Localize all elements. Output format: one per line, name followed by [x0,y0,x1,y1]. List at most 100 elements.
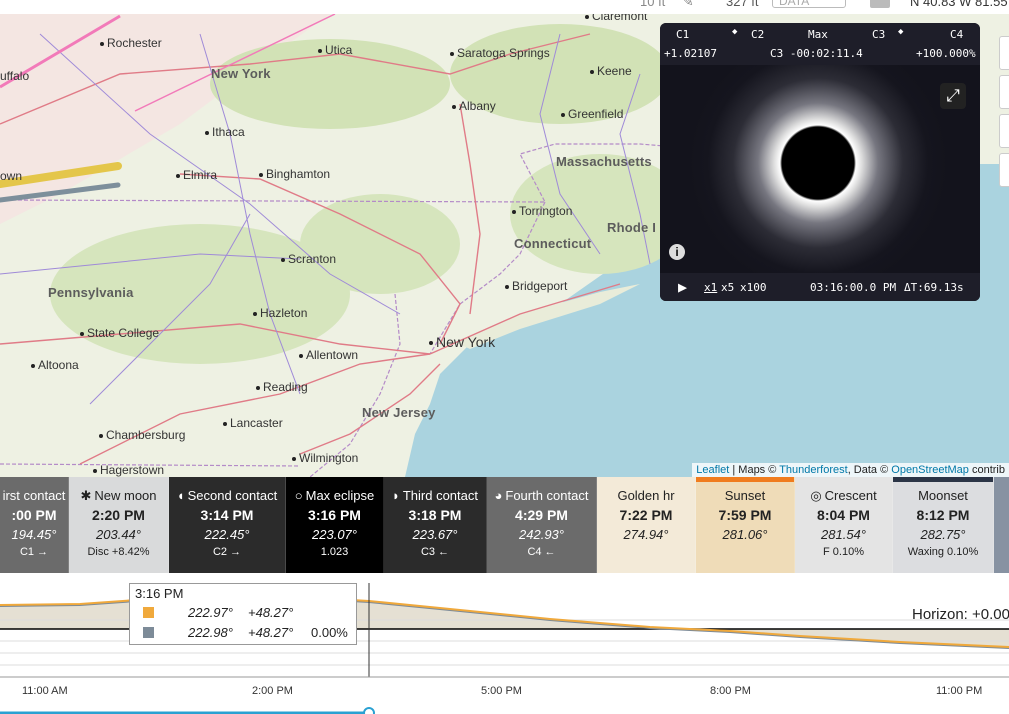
ruler-button[interactable] [999,153,1009,187]
event-card[interactable]: Golden hr 7:22 PM 274.94° [597,477,696,573]
fullscreen-button[interactable] [999,36,1009,70]
x-tick: 11:00 AM [22,685,68,697]
x-tick: 8:00 PM [710,685,751,697]
event-card[interactable]: ✱ New moon 2:20 PM 203.44° Disc +8.42% [69,477,169,573]
sun-swatch [143,607,154,618]
speed-x5[interactable]: x5 [721,281,734,294]
altitude-chart[interactable]: 11:00 AM 2:00 PM 5:00 PM 8:00 PM 11:00 P… [0,573,1009,714]
pencil-icon[interactable]: ✎ [682,0,694,10]
city-hazleton: Hazleton [253,306,307,320]
event-time: 3:16 PM [308,507,361,523]
event-card[interactable]: ◖ Second contact 3:14 PM 222.45° C2 → [169,477,286,573]
c4-label[interactable]: C4 [950,28,963,41]
event-title: Golden hr [597,488,695,507]
city-saratoga-springs: Saratoga Springs [450,46,550,60]
event-azimuth: 242.93° [519,527,564,542]
moon-azimuth: 222.98° [188,625,233,640]
event-card[interactable]: ◕ Fourth contact 4:29 PM 242.93° C4 ← [487,477,597,573]
event-card[interactable]: ◗ Third contact 3:18 PM 223.67° C3 ← [384,477,487,573]
city-claremont: Claremont [585,14,647,23]
info-icon[interactable]: i [669,244,685,260]
event-azimuth: 223.67° [412,527,458,542]
sun-altitude: +48.27° [248,605,294,620]
event-title: irst contact [0,488,68,507]
magnitude-readout: +1.02107 [664,47,717,60]
event-title: ○ Max eclipse [286,488,383,507]
city-wilmington: Wilmington [292,451,358,465]
event-detail: 1.023 [320,546,349,558]
obscuration-readout: +100.000% [916,47,976,60]
layers-button[interactable] [999,114,1009,148]
city-ithaca: Ithaca [205,125,245,139]
event-title-label: Sunset [724,488,766,503]
event-title: Sunset [696,488,794,507]
event-card[interactable]: ◎ Crescent 8:04 PM 281.54° F 0.10% [795,477,893,573]
expand-icon[interactable]: ⤢ [940,83,966,109]
event-azimuth: 281.06° [722,527,768,542]
x-tick: 5:00 PM [481,685,522,697]
city-state-college: State College [80,326,159,340]
c3-label[interactable]: C3 [872,28,885,41]
thunderforest-link[interactable]: Thunderforest [779,464,847,476]
x-tick: 2:00 PM [252,685,293,697]
state-new-york: New York [211,66,271,81]
event-card[interactable]: irst contact:00 PM 194.45° C1 → [0,477,69,573]
map-attribution: Leaflet | Maps © Thunderforest, Data © O… [692,463,1009,477]
event-icon: ◖ [176,488,185,503]
event-azimuth: 194.45° [11,527,57,542]
event-title-label: Moonset [918,488,968,503]
city-lancaster: Lancaster [223,416,283,430]
tooltip-time: 3:16 PM [135,586,184,601]
event-detail: Disc +8.42% [87,546,150,558]
elevation-readout: 10 ft [640,0,666,9]
state-rhode-island: Rhode I [607,220,657,235]
x-tick: 11:00 PM [936,685,983,697]
speed-x1[interactable]: x1 [704,281,717,294]
event-time: 8:12 PM [916,507,970,523]
city-new-york: New York [429,334,495,350]
play-icon[interactable]: ▶ [678,278,687,296]
c2-label[interactable]: C2 [751,28,764,41]
time-readout: 03:16:00.0 PM [810,281,897,294]
coordinates-readout: N 40.83 W 81.557 [910,0,1009,9]
city-allentown: Allentown [299,348,358,362]
sunset-accent [696,477,794,482]
event-icon: ○ [294,488,303,503]
state-pennsylvania: Pennsylvania [48,285,134,300]
badge-icon[interactable] [870,0,890,8]
city-hagerstown: Hagerstown [93,463,164,477]
max-label[interactable]: Max [808,28,828,41]
event-title-label: Max eclipse [305,488,375,503]
data-select[interactable]: DATA [772,0,846,8]
state-massachusetts: Massachusetts [556,154,652,169]
event-azimuth: 282.75° [920,527,966,542]
playback-controls: ▶ x1 x5 x100 03:16:00.0 PM ΔT:69.13s [660,273,980,301]
leaflet-link[interactable]: Leaflet [696,464,729,476]
countdown-readout: C3 -00:02:11.4 [770,47,863,60]
event-title: ◖ Second contact [169,488,285,507]
city-keene: Keene [590,64,632,78]
event-card[interactable]: ○ Max eclipse 3:16 PM 223.07° 1.023 [286,477,384,573]
moon-obscuration: 0.00% [311,625,348,640]
openstreetmap-link[interactable]: OpenStreetMap [891,464,969,476]
moonset-accent [893,477,993,482]
eclipse-view [660,65,980,273]
event-azimuth: 281.54° [821,527,866,542]
event-time: 7:22 PM [619,507,673,523]
event-time: 7:59 PM [718,507,772,523]
event-title: Moonset [893,488,993,507]
city-chambersburg: Chambersburg [99,428,185,442]
event-detail: C1 → [19,546,49,558]
event-icon: ✱ [80,488,92,503]
speed-x100[interactable]: x100 [740,281,767,294]
event-time: 2:20 PM [92,507,145,523]
locate-button[interactable] [999,75,1009,109]
event-time: 3:14 PM [200,507,254,523]
event-card[interactable]: Moonset 8:12 PM 282.75° Waxing 0.10% [893,477,994,573]
horizon-label: Horizon: +0.00 [912,606,1009,623]
event-title-label: Golden hr [617,488,675,503]
event-time: 8:04 PM [817,507,870,523]
c1-label[interactable]: C1 [676,28,689,41]
distance-readout: 327 ft [726,0,759,9]
event-card[interactable]: Sunset 7:59 PM 281.06° [696,477,795,573]
